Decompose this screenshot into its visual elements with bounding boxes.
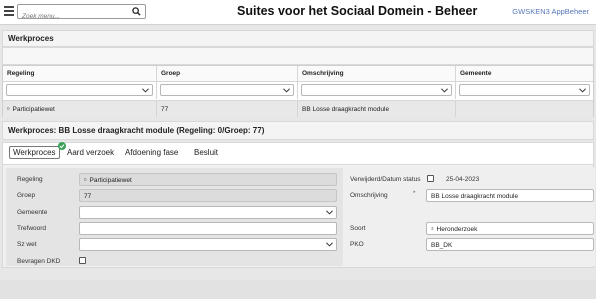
menu-icon[interactable]: [4, 4, 14, 18]
chevron-down-icon: [579, 88, 586, 93]
form-left-column: Regeling 0 Participatiewet Groep 77 Gemee…: [6, 168, 343, 266]
datum-status-value: 25-04-2023: [446, 176, 480, 183]
verwijderd-label: Verwijderd/Datum status: [350, 176, 421, 183]
footer-area: [0, 280, 596, 299]
column-header-gemeente[interactable]: Gemeente: [456, 66, 593, 82]
search-box[interactable]: [17, 4, 146, 23]
filter-omschrijving-select[interactable]: [301, 84, 452, 96]
detail-section-title: Werkproces: BB Losse draagkracht module …: [8, 126, 265, 135]
filter-gemeente: [456, 82, 593, 99]
filter-groep: [157, 82, 298, 99]
chevron-down-icon: [326, 210, 333, 215]
tab-aard-verzoek[interactable]: Aard verzoek: [67, 148, 114, 157]
filter-gemeente-select[interactable]: [459, 84, 590, 96]
table-row-groep-cell[interactable]: 77: [157, 100, 298, 117]
werkproces-grid: Regeling Groep Omschrijving Gemeente 0 Pa…: [2, 65, 594, 117]
omschrijving-label: Omschrijving: [350, 192, 388, 199]
chevron-down-icon: [441, 88, 448, 93]
form-right-column: Verwijderd/Datum status 25-04-2023 Omsch…: [346, 168, 595, 266]
chevron-down-icon: [326, 242, 333, 247]
column-header-groep[interactable]: Groep: [157, 66, 298, 82]
pko-input[interactable]: BB_DK: [426, 238, 594, 251]
bevragen-dkd-label: Bevragen DKD: [17, 258, 61, 265]
chevron-down-icon: [283, 88, 290, 93]
soort-code: 3: [431, 226, 434, 231]
app-window: Suites voor het Sociaal Domein - Beheer …: [0, 0, 596, 299]
omschrijving-input[interactable]: BB Losse draagkracht module: [426, 189, 594, 202]
tab-werkproces-label: Werkproces: [13, 148, 56, 157]
groep-label: Groep: [17, 192, 36, 199]
soort-select[interactable]: 3 Heronderzoek: [426, 222, 594, 235]
werkproces-section-header: Werkproces: [2, 30, 594, 47]
werkproces-toolbar: [2, 47, 594, 65]
regeling-field-value: Participatiewet: [89, 177, 132, 184]
tab-besluit[interactable]: Besluit: [194, 148, 218, 157]
werkproces-section-title: Werkproces: [8, 34, 54, 43]
verwijderd-checkbox[interactable]: [427, 175, 434, 182]
soort-label: Soort: [350, 225, 366, 232]
pko-label: PKO: [350, 241, 364, 248]
table-row-gemeente-cell[interactable]: [456, 100, 593, 117]
required-marker: *: [413, 191, 416, 197]
tab-werkproces[interactable]: Werkproces: [9, 142, 66, 159]
check-circle-icon: [57, 142, 66, 150]
detail-section-header: Werkproces: BB Losse draagkracht module …: [2, 121, 594, 140]
detail-tabs: Werkproces Aard verzoek Afdoening fase B…: [2, 142, 594, 164]
table-row-omschrijving-cell[interactable]: BB Losse draagkracht module: [298, 100, 456, 117]
trefwoord-input[interactable]: [79, 222, 337, 235]
filter-regeling: [3, 82, 157, 99]
regeling-value: Participatiewet: [12, 106, 55, 113]
gemeente-label: Gemeente: [17, 209, 48, 216]
gemeente-select[interactable]: [79, 206, 337, 219]
column-header-omschrijving[interactable]: Omschrijving: [298, 66, 456, 82]
search-icon[interactable]: [132, 7, 141, 16]
filter-groep-select[interactable]: [160, 84, 294, 96]
chevron-down-icon: [142, 88, 149, 93]
trefwoord-label: Trefwoord: [17, 225, 47, 232]
regeling-code: 0: [7, 106, 10, 111]
sz-wet-label: Sz wet: [17, 241, 37, 248]
regeling-field-code: 0: [84, 177, 87, 182]
soort-value: Heronderzoek: [436, 226, 478, 233]
werkproces-form: Regeling 0 Participatiewet Groep 77 Gemee…: [2, 164, 595, 268]
top-bar: Suites voor het Sociaal Domein - Beheer …: [0, 0, 596, 25]
search-input[interactable]: [18, 10, 128, 23]
table-row-regeling-cell[interactable]: 0 Participatiewet: [3, 100, 157, 117]
app-title: Suites voor het Sociaal Domein - Beheer: [237, 4, 478, 18]
filter-omschrijving: [298, 82, 456, 99]
user-label[interactable]: GWSKEN3 AppBeheer: [512, 7, 589, 16]
groep-field: 77: [79, 189, 337, 202]
bevragen-dkd-checkbox[interactable]: [79, 257, 86, 264]
filter-regeling-select[interactable]: [6, 84, 153, 96]
column-header-regeling[interactable]: Regeling: [3, 66, 157, 82]
sz-wet-select[interactable]: [79, 238, 337, 251]
tab-afdoening-fase[interactable]: Afdoening fase: [125, 148, 178, 157]
regeling-label: Regeling: [17, 176, 43, 183]
regeling-field: 0 Participatiewet: [79, 173, 337, 186]
